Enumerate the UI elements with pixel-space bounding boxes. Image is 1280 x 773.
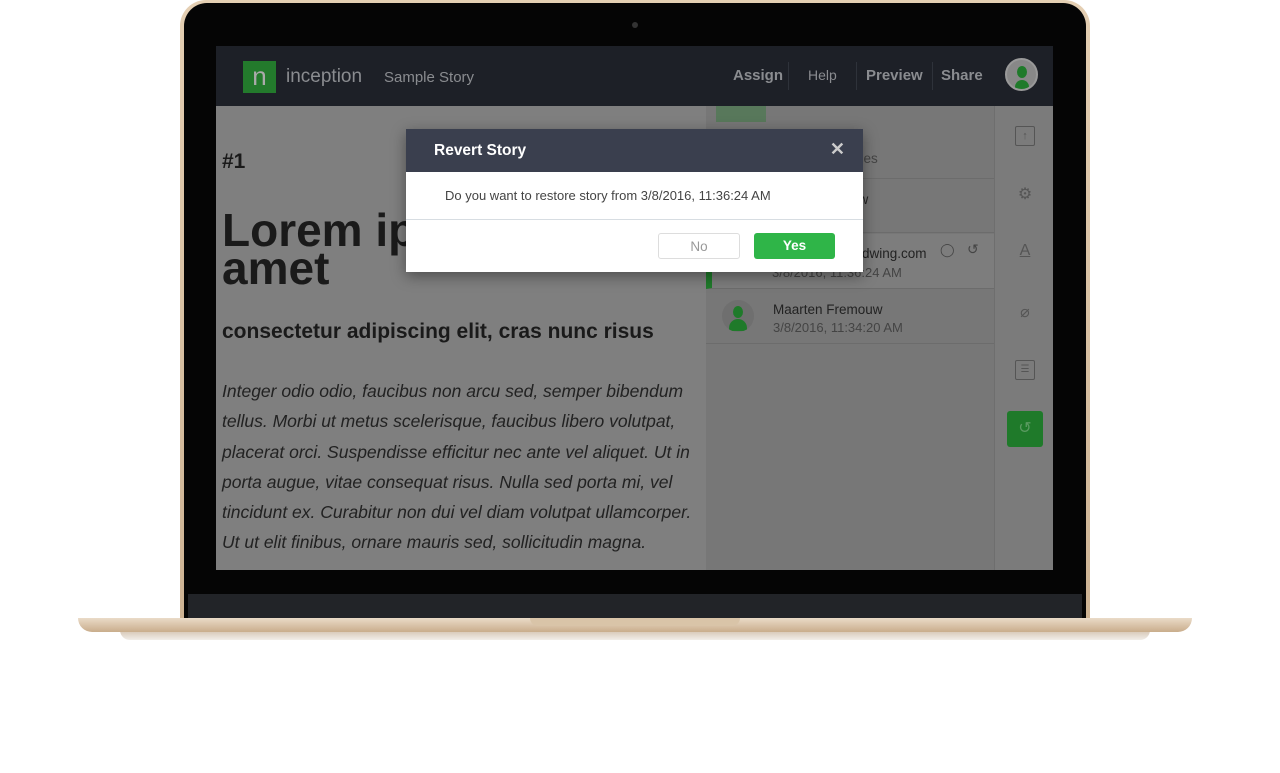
author-avatar — [722, 300, 754, 332]
checklist-icon[interactable]: ☰ — [1015, 360, 1035, 380]
attachment-icon[interactable]: ⌀ — [1015, 302, 1035, 322]
app-header: n inception Sample Story Assign Help Pre… — [216, 46, 1053, 106]
laptop-chin — [188, 594, 1082, 618]
brand-name: inception — [286, 66, 363, 87]
close-icon[interactable]: ✕ — [830, 139, 845, 160]
settings-icon[interactable]: ⚙ — [1015, 184, 1035, 204]
story-subtitle[interactable]: consectetur adipiscing elit, cras nunc r… — [222, 320, 654, 344]
upload-icon[interactable]: ↑ — [1015, 126, 1035, 146]
title-line: amet — [222, 242, 330, 294]
dialog-message: Do you want to restore story from 3/8/20… — [406, 172, 863, 220]
versions-heading-mark — [716, 106, 766, 122]
story-number: #1 — [222, 150, 246, 173]
version-author: Maarten Fremouw — [773, 302, 883, 317]
logo[interactable]: n — [243, 61, 276, 93]
tool-strip: ↑ ⚙ A ⌀ ☰ ↺ — [994, 106, 1053, 570]
story-title[interactable]: Sample Story — [384, 69, 474, 86]
assign-button[interactable]: Assign — [733, 67, 783, 84]
yes-button[interactable]: Yes — [754, 233, 835, 259]
comment-icon[interactable]: ◯ — [940, 242, 955, 258]
story-body[interactable]: Integer odio odio, faucibus non arcu sed… — [222, 376, 702, 558]
divider — [788, 62, 789, 90]
divider — [856, 62, 857, 90]
no-button[interactable]: No — [658, 233, 740, 259]
history-icon[interactable]: ↺ — [1007, 411, 1043, 447]
help-button[interactable]: Help — [808, 67, 837, 83]
version-author: dwing.com — [862, 246, 927, 261]
version-date: 3/8/2016, 11:34:20 AM — [773, 320, 903, 335]
version-item[interactable]: Maarten Fremouw 3/8/2016, 11:34:20 AM — [706, 289, 994, 344]
restore-icon[interactable]: ↺ — [967, 241, 979, 258]
camera — [632, 22, 638, 28]
laptop-notch — [530, 618, 740, 626]
font-icon[interactable]: A — [1015, 242, 1035, 262]
share-button[interactable]: Share — [941, 67, 983, 84]
dialog-title: Revert Story — [434, 142, 527, 159]
app-screen: n inception Sample Story Assign Help Pre… — [216, 46, 1053, 570]
divider — [932, 62, 933, 90]
preview-button[interactable]: Preview — [866, 67, 923, 84]
user-avatar[interactable] — [1005, 58, 1038, 91]
revert-story-dialog: Revert Story ✕ Do you want to restore sto… — [406, 129, 863, 272]
dialog-header: Revert Story ✕ — [406, 129, 863, 172]
